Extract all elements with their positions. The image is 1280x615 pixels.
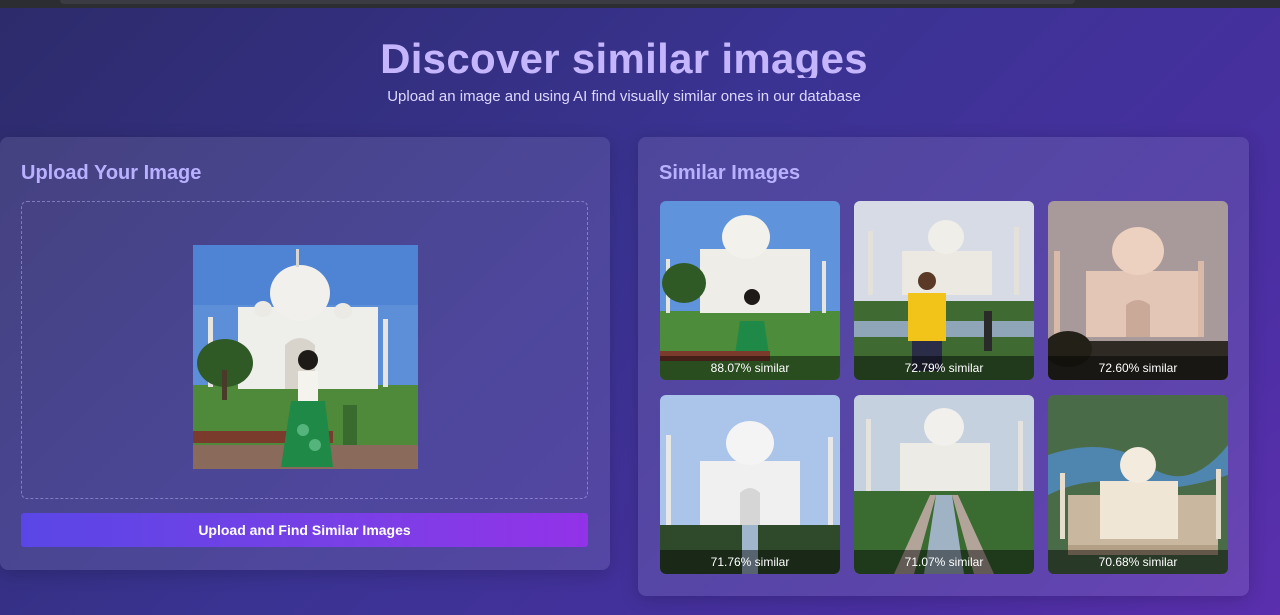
results-panel: Similar Images 88.07% similar 72.79% sim…	[638, 137, 1249, 596]
similar-image-photo	[854, 201, 1034, 380]
results-heading: Similar Images	[659, 162, 801, 184]
browser-top-bar-strip	[60, 0, 1075, 4]
uploaded-photo	[193, 245, 418, 469]
similar-image-photo	[1048, 201, 1228, 380]
similar-image-card[interactable]: 70.68% similar	[1048, 395, 1228, 574]
similarity-score: 88.07% similar	[660, 356, 840, 380]
similar-image-card[interactable]: 72.79% similar	[854, 201, 1034, 380]
similarity-score: 71.07% similar	[854, 550, 1034, 574]
image-dropzone[interactable]	[21, 201, 588, 499]
similarity-score: 71.76% similar	[660, 550, 840, 574]
similarity-score: 72.60% similar	[1048, 356, 1228, 380]
similarity-score: 72.79% similar	[854, 356, 1034, 380]
similar-image-photo	[660, 395, 840, 574]
similar-images-grid: 88.07% similar 72.79% similar 72.60% sim…	[660, 201, 1228, 575]
similar-image-card[interactable]: 71.07% similar	[854, 395, 1034, 574]
upload-find-similar-button[interactable]: Upload and Find Similar Images	[21, 513, 588, 547]
similarity-score: 70.68% similar	[1048, 550, 1228, 574]
similar-image-card[interactable]: 71.76% similar	[660, 395, 840, 574]
upload-heading: Upload Your Image	[21, 162, 202, 184]
upload-panel: Upload Your Image Upload and Find Simila…	[0, 137, 610, 570]
uploaded-image-preview	[193, 245, 418, 469]
similar-image-photo	[1048, 395, 1228, 574]
browser-top-bar	[0, 0, 1280, 8]
similar-image-card[interactable]: 88.07% similar	[660, 201, 840, 380]
page-subtitle: Upload an image and using AI find visual…	[387, 88, 861, 105]
similar-image-photo	[854, 395, 1034, 574]
similar-image-photo	[660, 201, 840, 380]
page-title: Discover similar images	[380, 36, 868, 78]
similar-image-card[interactable]: 72.60% similar	[1048, 201, 1228, 380]
